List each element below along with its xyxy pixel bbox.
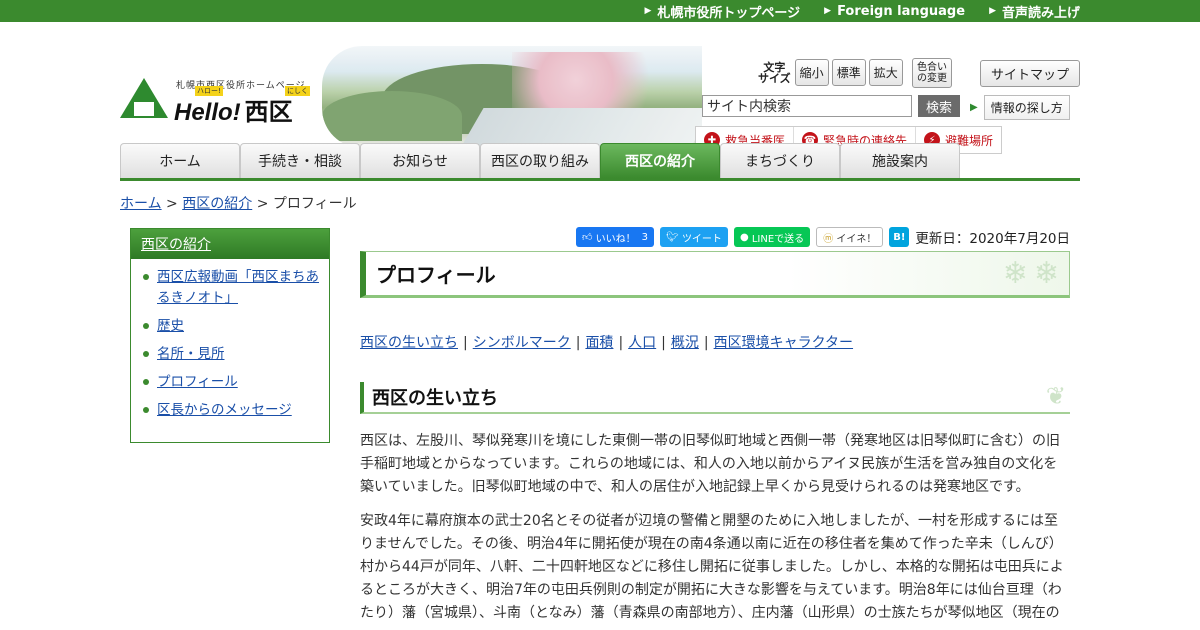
breadcrumb: ホーム > 西区の紹介 > プロフィール [120, 193, 357, 213]
top-utility-bar: ▶ 札幌市役所トップページ ▶ Foreign language ▶ 音声読み上げ [0, 0, 1200, 22]
line-share-button[interactable]: ● LINEで送る [733, 227, 811, 247]
mixi-check-label: イイネ！ [836, 233, 877, 245]
logo-houses-shape [134, 102, 154, 116]
sidebar-item-sights: 名所・見所 [143, 344, 319, 365]
nav-tab-introduction[interactable]: 西区の紹介 [600, 143, 720, 178]
site-header: 札幌市西区役所ホームページ ハロー! にしく Hello! 西区 文字 サイズ 縮小… [0, 22, 1200, 154]
photo-river-shape [460, 108, 702, 148]
sidebar-link-message[interactable]: 区長からのメッセージ [157, 402, 292, 418]
anchor-separator: | [463, 335, 468, 351]
sitemap-button[interactable]: サイトマップ [980, 60, 1080, 87]
triangle-right-icon: ▶ [644, 6, 652, 16]
triangle-right-icon: ▶ [970, 102, 978, 113]
sidebar-heading-label: 西区の紹介 [141, 237, 211, 253]
page-title: プロフィール [376, 263, 496, 287]
search-button[interactable]: 検索 [918, 95, 960, 117]
foreign-language-link[interactable]: ▶ Foreign language [824, 4, 965, 19]
sidebar-list: 西区広報動画「西区まちあるきノオト」 歴史 名所・見所 プロフィール 区長からの… [131, 259, 329, 421]
tweet-label: ツイート [681, 233, 722, 245]
leaf-icon: ❦ [1045, 382, 1066, 410]
sidebar-link-profile[interactable]: プロフィール [157, 374, 238, 390]
nav-tab-facilities[interactable]: 施設案内 [840, 143, 960, 178]
thumbs-up-icon: 👍︎ [582, 232, 593, 243]
updated-date: 更新日：2020年7月20日 [915, 231, 1070, 247]
anchor-separator: | [703, 335, 709, 351]
global-nav: ホーム 手続き・相談 お知らせ 西区の取り組み 西区の紹介 まちづくり 施設案内 [120, 143, 1080, 181]
facebook-like-count: 3 [641, 231, 649, 243]
tweet-button[interactable]: 🐦︎ ツイート [660, 227, 728, 247]
sidebar-item-history: 歴史 [143, 316, 319, 337]
site-logo[interactable]: 札幌市西区役所ホームページ ハロー! にしく Hello! 西区 [120, 56, 335, 126]
main-content: 👍︎ いいね！ 3 🐦︎ ツイート ● LINEで送る ⓜ イイネ！ B! 更新日… [360, 226, 1070, 625]
anchor-overview[interactable]: 概況 [671, 335, 699, 351]
nav-tab-procedures[interactable]: 手続き・相談 [240, 143, 360, 178]
snowflake-icon: ❄❄ [1002, 256, 1065, 291]
sapporo-city-top-link[interactable]: ▶ 札幌市役所トップページ [644, 2, 800, 21]
logo-text: Hello! 西区 [174, 99, 293, 126]
info-find-link[interactable]: ▶ 情報の探し方 [970, 95, 1070, 120]
mixi-icon: ⓜ [823, 233, 834, 245]
nav-tab-town-planning[interactable]: まちづくり [720, 143, 840, 178]
nav-tab-home[interactable]: ホーム [120, 143, 240, 178]
color-change-button[interactable]: 色合い の変更 [912, 58, 952, 88]
twitter-bird-icon: 🐦︎ [666, 231, 679, 243]
breadcrumb-home[interactable]: ホーム [120, 196, 162, 212]
anchor-origins[interactable]: 西区の生い立ち [360, 335, 458, 351]
font-size-label: 文字 サイズ [758, 60, 791, 85]
sidebar-link-video[interactable]: 西区広報動画「西区まちあるきノオト」 [157, 269, 319, 306]
nav-tab-initiatives[interactable]: 西区の取り組み [480, 143, 600, 178]
social-buttons: 👍︎ いいね！ 3 🐦︎ ツイート ● LINEで送る ⓜ イイネ！ B! 更新日… [360, 226, 1070, 248]
sidebar-item-video: 西区広報動画「西区まちあるきノオト」 [143, 267, 319, 309]
read-aloud-link[interactable]: ▶ 音声読み上げ [989, 2, 1080, 21]
breadcrumb-separator: > [256, 196, 269, 212]
sidebar: 西区の紹介 西区広報動画「西区まちあるきノオト」 歴史 名所・見所 プロフィール… [130, 228, 330, 443]
site-search: 検索 [702, 95, 960, 117]
nav-tab-news[interactable]: お知らせ [360, 143, 480, 178]
section-heading: 西区の生い立ち [372, 388, 498, 409]
paragraph-1: 西区は、左股川、琴似発寒川を境にした東側一帯の旧琴似町地域と西側一帯（発寒地区は… [360, 433, 1060, 495]
info-find-label: 情報の探し方 [983, 95, 1070, 120]
page-title-box: プロフィール ❄❄ [360, 251, 1070, 298]
triangle-right-icon: ▶ [824, 6, 832, 16]
anchor-environment-character[interactable]: 西区環境キャラクター [714, 335, 853, 351]
anchor-symbol-mark[interactable]: シンボルマーク [473, 335, 571, 351]
anchor-population[interactable]: 人口 [628, 335, 656, 351]
sidebar-item-profile: プロフィール [143, 372, 319, 393]
sidebar-link-history[interactable]: 歴史 [157, 318, 184, 334]
mixi-check-button[interactable]: ⓜ イイネ！ [816, 227, 884, 247]
sidebar-link-sights[interactable]: 名所・見所 [157, 346, 225, 362]
triangle-right-icon: ▶ [989, 6, 996, 16]
sidebar-heading[interactable]: 西区の紹介 [131, 229, 329, 259]
anchor-separator: | [575, 335, 581, 351]
facebook-like-label: いいね！ [595, 233, 636, 245]
section-heading-box: 西区の生い立ち ❦ [360, 382, 1070, 414]
search-input[interactable] [702, 95, 912, 117]
breadcrumb-separator: > [166, 196, 178, 212]
header-landscape-photo [322, 46, 702, 148]
anchor-separator: | [618, 335, 624, 351]
facebook-like-button[interactable]: 👍︎ いいね！ 3 [576, 227, 655, 247]
hatena-bookmark-button[interactable]: B! [889, 227, 910, 247]
anchor-separator: | [661, 335, 666, 351]
font-small-button[interactable]: 縮小 [794, 59, 829, 86]
breadcrumb-section[interactable]: 西区の紹介 [182, 196, 252, 212]
section-anchor-links: 西区の生い立ち | シンボルマーク | 面積 | 人口 | 概況 | 西区環境キャラクター [360, 332, 1070, 352]
font-size-controls: 文字 サイズ 縮小 標準 拡大 [758, 59, 906, 86]
sidebar-item-message: 区長からのメッセージ [143, 400, 319, 421]
line-share-label: LINEで送る [751, 233, 805, 245]
photo-hill-shape [322, 91, 462, 141]
breadcrumb-current: プロフィール [272, 196, 357, 212]
line-icon: ● [739, 231, 749, 243]
paragraph-2: 安政4年に幕府旗本の武士20名とその従者が辺境の警備と開墾のために入地しましたが… [360, 513, 1064, 621]
anchor-area[interactable]: 面積 [585, 335, 613, 351]
font-standard-button[interactable]: 標準 [831, 59, 866, 86]
font-large-button[interactable]: 拡大 [868, 59, 903, 86]
